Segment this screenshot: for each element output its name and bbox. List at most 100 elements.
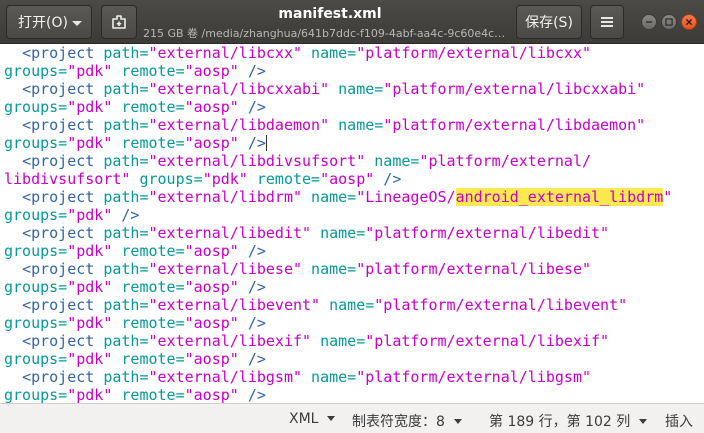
- new-tab-icon: [112, 15, 126, 29]
- window-title: manifest.xml: [278, 6, 382, 22]
- code-token: path=: [94, 224, 149, 242]
- chevron-down-icon: [639, 419, 648, 424]
- code-view[interactable]: <project path="external/libcxx" name="pl…: [4, 44, 672, 403]
- code-token: "aosp": [184, 98, 239, 116]
- code-token: <project: [22, 188, 95, 206]
- code-token: name=: [302, 188, 357, 206]
- code-token: libdivsufsort": [4, 170, 131, 188]
- insert-mode-label: 插入: [665, 414, 693, 430]
- minimize-button[interactable]: [641, 14, 657, 30]
- code-token: />: [238, 314, 266, 332]
- header-bar: 打开(O) manifest.xml 215 GB 卷 /media/zhang…: [0, 0, 704, 44]
- language-label: XML: [289, 411, 319, 427]
- code-token: groups=: [130, 170, 203, 188]
- code-token: name=: [302, 44, 357, 62]
- code-token: "external/libcxxabi": [148, 80, 330, 98]
- code-token: name=: [302, 260, 357, 278]
- text-editor[interactable]: <project path="external/libcxx" name="pl…: [0, 44, 704, 403]
- code-token: />: [374, 170, 402, 188]
- code-line: groups="pdk" remote="aosp" />: [4, 314, 672, 332]
- chevron-down-icon: [453, 419, 462, 424]
- code-token: groups=: [4, 62, 68, 80]
- code-token: "pdk": [67, 134, 113, 152]
- code-token: "pdk": [67, 242, 113, 260]
- code-line: groups="pdk" />: [4, 206, 672, 224]
- code-token: groups=: [4, 386, 68, 403]
- code-token: name=: [311, 332, 366, 350]
- code-token: groups=: [4, 350, 68, 368]
- code-token: "external/libedit": [148, 224, 312, 242]
- code-token: groups=: [4, 134, 68, 152]
- cursor-position-selector[interactable]: 第 189 行，第 102 列: [489, 411, 648, 431]
- hamburger-menu-icon: [601, 17, 613, 27]
- code-token: "aosp": [184, 134, 239, 152]
- code-token: "external/libgsm": [148, 368, 303, 386]
- code-token: groups=: [4, 242, 68, 260]
- code-line: <project path="external/libdivsufsort" n…: [4, 152, 672, 170]
- code-line: groups="pdk" remote="aosp" />: [4, 98, 672, 116]
- code-token: path=: [94, 44, 149, 62]
- code-token: "platform/external/libexif": [365, 332, 610, 350]
- code-line: <project path="external/libdaemon" name=…: [4, 116, 672, 134]
- code-token: path=: [94, 368, 149, 386]
- code-token: <project: [22, 368, 95, 386]
- code-token: remote=: [112, 350, 185, 368]
- code-token: "aosp": [184, 278, 239, 296]
- code-token: <project: [22, 152, 95, 170]
- code-token: remote=: [247, 170, 321, 188]
- code-token: groups=: [4, 278, 68, 296]
- code-token: path=: [94, 296, 149, 314]
- code-token: "external/libese": [148, 260, 303, 278]
- tab-width-selector[interactable]: 制表符宽度：8: [352, 411, 462, 431]
- code-line: <project path="external/libcxx" name="pl…: [4, 44, 672, 62]
- code-line: <project path="external/libexif" name="p…: [4, 332, 672, 350]
- save-button[interactable]: 保存(S): [516, 5, 582, 39]
- code-token: <project: [22, 332, 95, 350]
- code-token: "aosp": [184, 386, 239, 403]
- tab-width-label: 制表符宽度：8: [352, 414, 445, 430]
- maximize-icon: [665, 18, 673, 26]
- code-token: "platform/external/libgsm": [356, 368, 592, 386]
- code-line: <project path="external/libese" name="pl…: [4, 260, 672, 278]
- code-token: remote=: [112, 98, 185, 116]
- open-button-label: 打开(O): [18, 15, 68, 31]
- code-token: <project: [22, 260, 95, 278]
- code-token: remote=: [112, 62, 185, 80]
- menu-button[interactable]: [590, 5, 624, 39]
- code-token: />: [238, 350, 266, 368]
- code-token: "external/libdivsufsort": [148, 152, 366, 170]
- code-token: path=: [94, 80, 149, 98]
- code-line: groups="pdk" remote="aosp" />: [4, 386, 672, 403]
- code-token: <project: [22, 296, 95, 314]
- code-token: "external/libdaemon": [148, 116, 330, 134]
- code-line: <project path="external/libevent" name="…: [4, 296, 672, 314]
- code-token: name=: [320, 296, 375, 314]
- code-line: groups="pdk" remote="aosp" />: [4, 242, 672, 260]
- search-match: android_external_libdrm: [455, 188, 664, 206]
- code-line: <project path="external/libdrm" name="Li…: [4, 188, 672, 206]
- code-token: remote=: [112, 386, 185, 403]
- code-line: <project path="external/libgsm" name="pl…: [4, 368, 672, 386]
- code-token: "aosp": [184, 350, 239, 368]
- code-token: "aosp": [184, 314, 239, 332]
- new-tab-button[interactable]: [101, 5, 137, 39]
- code-token: name=: [329, 80, 384, 98]
- code-token: path=: [94, 152, 149, 170]
- code-token: "pdk": [67, 386, 113, 403]
- code-token: />: [238, 98, 266, 116]
- cursor-position-label: 第 189 行，第 102 列: [489, 414, 631, 430]
- language-selector[interactable]: XML: [289, 411, 336, 427]
- code-line: <project path="external/libedit" name="p…: [4, 224, 672, 242]
- code-token: name=: [311, 224, 366, 242]
- maximize-button[interactable]: [661, 14, 677, 30]
- close-button[interactable]: [681, 14, 697, 30]
- close-icon: [685, 18, 693, 26]
- code-token: "platform/external/: [419, 152, 592, 170]
- open-button[interactable]: 打开(O): [6, 5, 92, 39]
